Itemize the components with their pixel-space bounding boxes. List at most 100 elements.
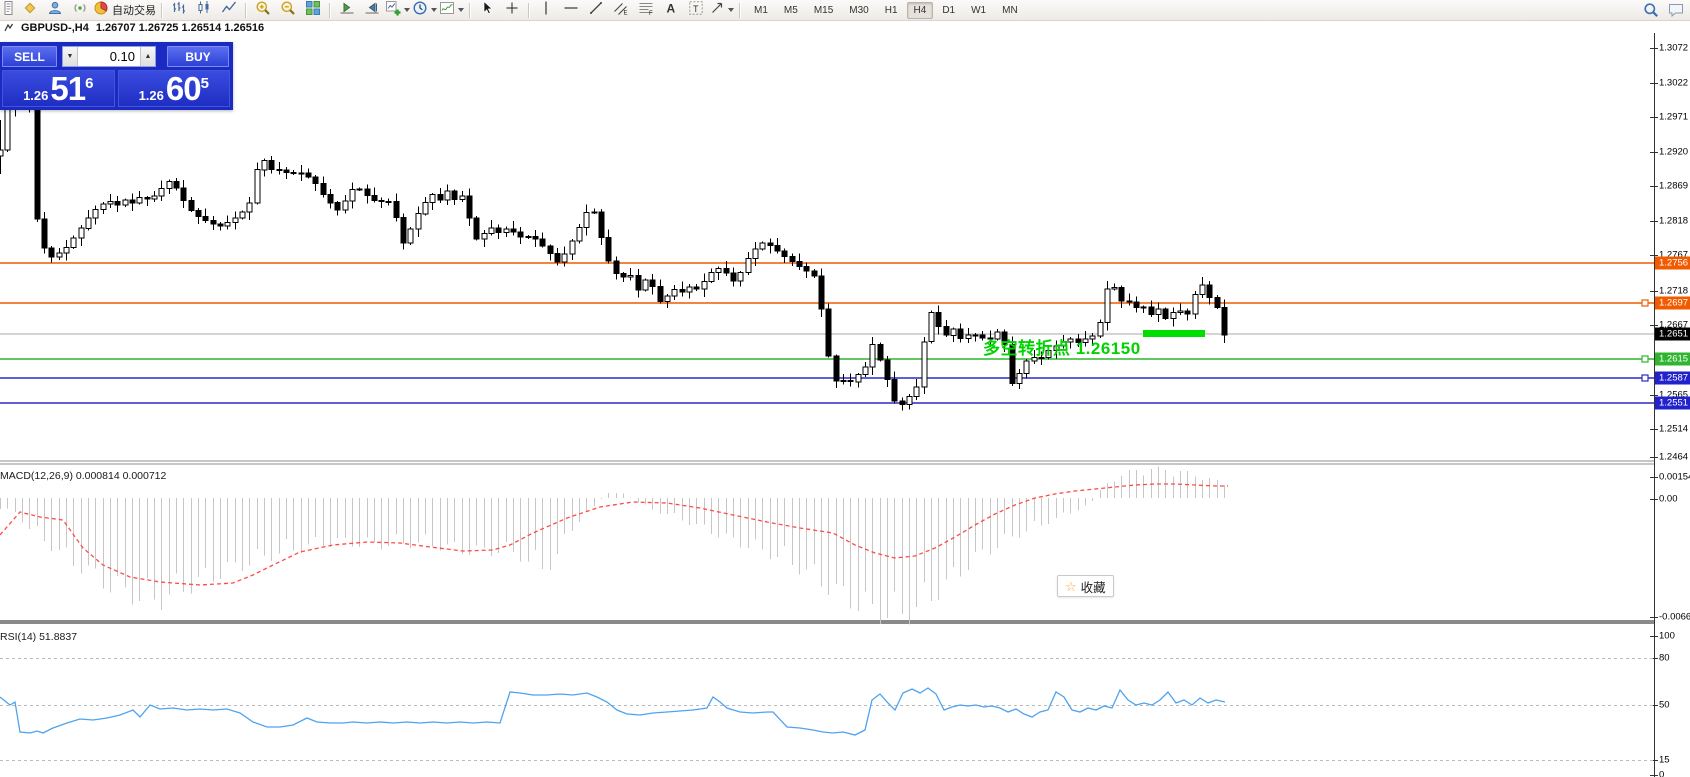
horizontal-line-button[interactable] — [559, 1, 582, 19]
clipped-left-icon[interactable] — [0, 1, 16, 19]
timeframe-group: M1M5M15M30H1H4D1W1MN — [746, 2, 1026, 19]
chart-title-bar: GBPUSD-,H4 1.26707 1.26725 1.26514 1.265… — [0, 21, 1690, 34]
periods-button[interactable] — [412, 1, 437, 19]
line-handle-marker — [1642, 300, 1648, 306]
timeframe-h4[interactable]: H4 — [907, 2, 934, 19]
pane-divider — [0, 620, 1654, 624]
labelT-icon: T — [688, 0, 704, 21]
new-chart-button[interactable] — [385, 1, 410, 19]
candlestick-chart-button[interactable] — [192, 1, 215, 19]
timeframe-d1[interactable]: D1 — [935, 2, 962, 19]
channel-icon: E — [613, 0, 629, 21]
support-highlight-bar — [1143, 330, 1205, 337]
autoscroll-icon — [339, 0, 355, 21]
zoom-in-button[interactable] — [251, 1, 274, 19]
chart-shift-button[interactable] — [360, 1, 383, 19]
svg-text:F: F — [649, 11, 653, 16]
volume-increase-button[interactable]: ▲ — [140, 47, 155, 66]
ohlc-icon — [171, 0, 187, 21]
vline-icon — [538, 0, 554, 21]
equidistant-channel-button[interactable]: E — [609, 1, 632, 19]
pivot-annotation-text: 多空转折点 1.26150 — [983, 334, 1141, 359]
vertical-line-button[interactable] — [534, 1, 557, 19]
svg-text:T: T — [693, 3, 699, 13]
volume-decrease-button[interactable]: ▼ — [63, 47, 78, 66]
clock-icon — [412, 0, 428, 21]
favorite-badge[interactable]: ☆ 收藏 — [1057, 575, 1114, 597]
news-signal-button[interactable] — [68, 1, 91, 19]
timeframe-m5[interactable]: M5 — [777, 2, 805, 19]
line-handle-marker — [1642, 375, 1648, 381]
buy-button[interactable]: BUY — [167, 46, 229, 67]
linechart-icon — [221, 0, 237, 21]
one-click-trading-panel: SELL ▼ 0.10 ▲ BUY 1.26 51 6 1.26 60 5 — [0, 42, 233, 110]
search-button[interactable] — [1639, 1, 1662, 19]
line-chart-button[interactable] — [217, 1, 240, 19]
toolbar-separator — [245, 3, 246, 18]
macd-histogram — [1, 466, 1225, 624]
bar-chart-button[interactable] — [167, 1, 190, 19]
timeframe-m15[interactable]: M15 — [807, 2, 840, 19]
toolbar-separator — [739, 3, 740, 18]
zoomin-icon — [255, 0, 271, 21]
svg-text:E: E — [623, 10, 627, 16]
buy-price-prefix: 1.26 — [139, 88, 164, 106]
dropdown-caret-icon — [404, 8, 410, 12]
zoom-out-button[interactable] — [276, 1, 299, 19]
dropdown-caret-icon — [458, 8, 464, 12]
macd-indicator-label: MACD(12,26,9) 0.000814 0.000712 — [0, 470, 166, 482]
auto-trading-button-label: 自动交易 — [112, 2, 156, 18]
deposit-icon-button[interactable] — [18, 1, 41, 19]
buy-price-pip-digit: 5 — [201, 75, 209, 92]
crosshair-button[interactable] — [500, 1, 523, 19]
person-icon — [47, 0, 63, 21]
trendline-button[interactable] — [584, 1, 607, 19]
rsi-line — [0, 688, 1225, 735]
hline-icon — [563, 0, 579, 21]
autotrade-icon — [93, 0, 109, 21]
chart-canvas[interactable] — [0, 0, 1690, 777]
arrows-button[interactable] — [709, 1, 734, 19]
sell-button[interactable]: SELL — [2, 46, 57, 67]
mt4-window: 自动交易 E F A T M1M5M15M30H1H4D1W1MN GBPUSD-,H4 … — [0, 0, 1690, 777]
doc-icon — [0, 0, 13, 21]
sell-price-panel[interactable]: 1.26 51 6 — [2, 70, 115, 107]
textA-icon: A — [663, 0, 679, 21]
favorite-label: 收藏 — [1081, 577, 1106, 596]
timeframe-m30[interactable]: M30 — [842, 2, 875, 19]
timeframe-mn[interactable]: MN — [995, 2, 1025, 19]
symbol-period: GBPUSD-,H4 — [21, 22, 89, 34]
shapes-icon — [709, 0, 725, 21]
text-label-button[interactable]: T — [684, 1, 707, 19]
svg-text:A: A — [666, 1, 675, 15]
account-icon-button[interactable] — [43, 1, 66, 19]
template-icon — [439, 0, 455, 21]
volume-input[interactable]: 0.10 — [78, 47, 140, 66]
toolbar: 自动交易 E F A T M1M5M15M30H1H4D1W1MN — [0, 0, 1690, 21]
fibonacci-button[interactable]: F — [634, 1, 657, 19]
cursor-button[interactable] — [475, 1, 498, 19]
candles-icon — [196, 0, 212, 21]
trendline-icon — [588, 0, 604, 21]
chart-symbol-icon — [3, 22, 14, 33]
chat-button[interactable] — [1664, 1, 1687, 19]
timeframe-w1[interactable]: W1 — [964, 2, 993, 19]
volume-spinner: ▼ 0.10 ▲ — [62, 46, 156, 67]
toolbar-separator — [161, 3, 162, 18]
star-icon: ☆ — [1065, 580, 1077, 593]
dropdown-caret-icon — [431, 8, 437, 12]
text-button[interactable]: A — [659, 1, 682, 19]
auto-scroll-button[interactable] — [335, 1, 358, 19]
buy-price-panel[interactable]: 1.26 60 5 — [118, 70, 231, 107]
signal-icon — [72, 0, 88, 21]
auto-trading-button[interactable]: 自动交易 — [93, 1, 156, 19]
cursor-icon — [479, 0, 495, 21]
zoomout-icon — [280, 0, 296, 21]
newchart-icon — [385, 0, 401, 21]
templates-button[interactable] — [439, 1, 464, 19]
fibo-icon: F — [638, 0, 654, 21]
timeframe-h1[interactable]: H1 — [878, 2, 905, 19]
tile-windows-button[interactable] — [301, 1, 324, 19]
timeframe-m1[interactable]: M1 — [747, 2, 775, 19]
candlestick-series — [0, 90, 1227, 411]
